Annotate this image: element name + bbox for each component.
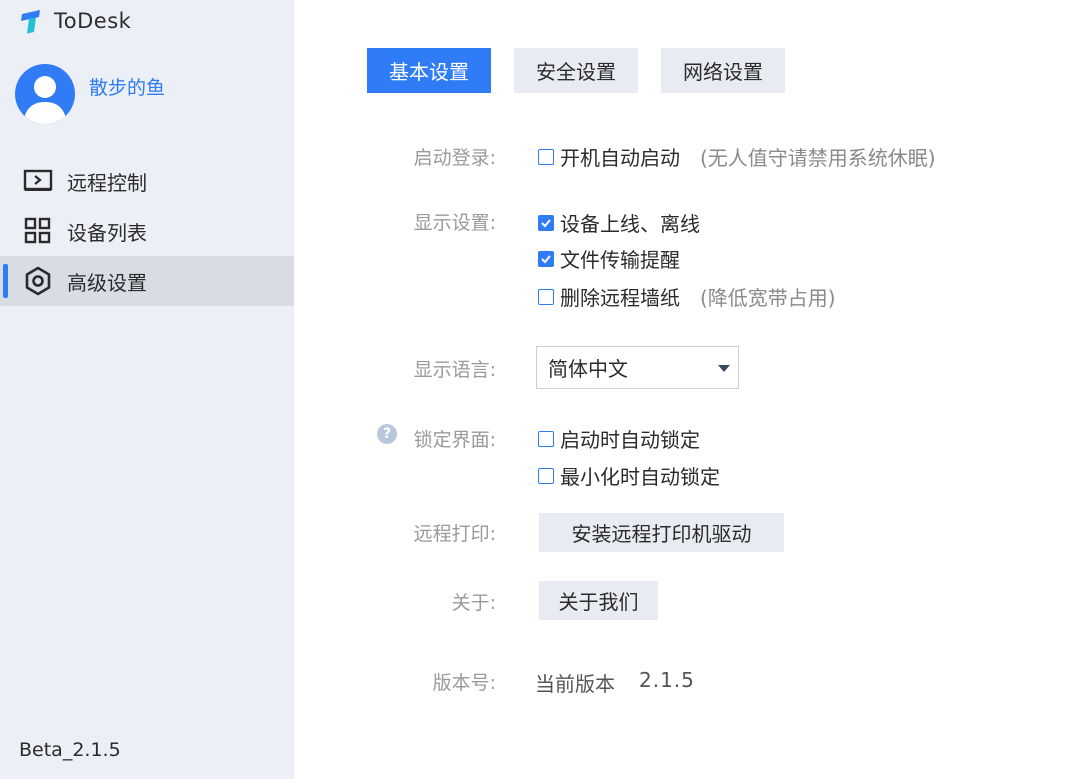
current-version-text: 当前版本 — [535, 672, 615, 696]
remove-wallpaper-hint: (降低宽带占用) — [700, 286, 836, 310]
gear-icon — [22, 265, 54, 297]
tab-security-settings[interactable]: 安全设置 — [514, 48, 638, 93]
display-option-remove-wallpaper[interactable]: 删除远程墙纸 (降低宽带占用) — [538, 282, 836, 311]
lock-on-minimize-label: 最小化时自动锁定 — [560, 465, 720, 489]
sidebar-item-advanced-settings[interactable]: 高级设置 — [0, 256, 294, 306]
monitor-icon — [22, 165, 54, 197]
todesk-logo-icon — [21, 10, 40, 34]
chevron-down-icon — [718, 365, 730, 372]
lock-on-start-checkbox[interactable] — [538, 430, 554, 447]
brand: ToDesk — [20, 8, 131, 34]
sidebar-item-remote-control[interactable]: 远程控制 — [0, 156, 294, 206]
online-offline-label: 设备上线、离线 — [560, 212, 700, 236]
lock-interface-label: 锁定界面: — [413, 429, 496, 451]
sidebar: ToDesk 散步的鱼 远程控制 设备列表 高级设置 Beta_2.1.5 — [0, 0, 294, 779]
remove-wallpaper-label: 删除远程墙纸 — [560, 286, 680, 310]
checkmark-icon — [541, 218, 551, 227]
remove-wallpaper-checkbox[interactable] — [538, 288, 554, 305]
user-profile[interactable]: 散步的鱼 — [15, 64, 165, 124]
online-offline-checkbox[interactable] — [538, 214, 554, 231]
tab-network-settings[interactable]: 网络设置 — [661, 48, 785, 93]
language-select[interactable]: 简体中文 — [536, 346, 739, 389]
checkmark-icon — [541, 254, 551, 263]
avatar[interactable] — [15, 64, 75, 124]
about-label: 关于: — [451, 592, 496, 614]
grid-icon — [22, 215, 54, 247]
auto-start-hint: (无人值守请禁用系统休眠) — [700, 146, 936, 170]
settings-tabs: 基本设置 安全设置 网络设置 — [367, 48, 785, 93]
about-us-button[interactable]: 关于我们 — [539, 581, 658, 620]
lock-on-start-row[interactable]: 启动时自动锁定 — [538, 424, 700, 453]
auto-start-checkbox-row[interactable]: 开机自动启动 (无人值守请禁用系统休眠) — [538, 142, 936, 171]
language-select-value: 简体中文 — [548, 357, 628, 381]
auto-start-checkbox[interactable] — [538, 148, 554, 165]
sidebar-item-device-list[interactable]: 设备列表 — [0, 206, 294, 256]
remote-print-label: 远程打印: — [413, 523, 496, 545]
sidebar-nav: 远程控制 设备列表 高级设置 — [0, 156, 294, 306]
lock-on-minimize-checkbox[interactable] — [538, 467, 554, 484]
lock-on-start-label: 启动时自动锁定 — [560, 428, 700, 452]
version-label: 版本号: — [432, 672, 496, 694]
lock-on-minimize-row[interactable]: 最小化时自动锁定 — [538, 461, 720, 490]
sidebar-item-label: 高级设置 — [67, 270, 147, 295]
auto-start-label: 开机自动启动 — [560, 146, 680, 170]
startup-label: 启动登录: — [413, 147, 496, 169]
user-avatar-icon — [23, 76, 67, 124]
language-label: 显示语言: — [413, 359, 496, 381]
app-name: ToDesk — [54, 9, 132, 33]
username: 散步的鱼 — [89, 76, 166, 99]
tab-basic-settings[interactable]: 基本设置 — [367, 48, 491, 93]
file-transfer-label: 文件传输提醒 — [560, 248, 680, 272]
sidebar-version: Beta_2.1.5 — [19, 739, 121, 761]
file-transfer-checkbox[interactable] — [538, 250, 554, 267]
install-print-driver-button[interactable]: 安装远程打印机驱动 — [539, 513, 784, 552]
version-number: 2.1.5 — [639, 668, 695, 692]
version-info: 当前版本 2.1.5 — [535, 668, 695, 697]
display-settings-label: 显示设置: — [413, 212, 496, 234]
display-option-file-transfer[interactable]: 文件传输提醒 — [538, 244, 680, 273]
sidebar-item-label: 设备列表 — [67, 220, 147, 245]
sidebar-item-label: 远程控制 — [67, 170, 147, 195]
display-option-online-offline[interactable]: 设备上线、离线 — [538, 208, 700, 237]
